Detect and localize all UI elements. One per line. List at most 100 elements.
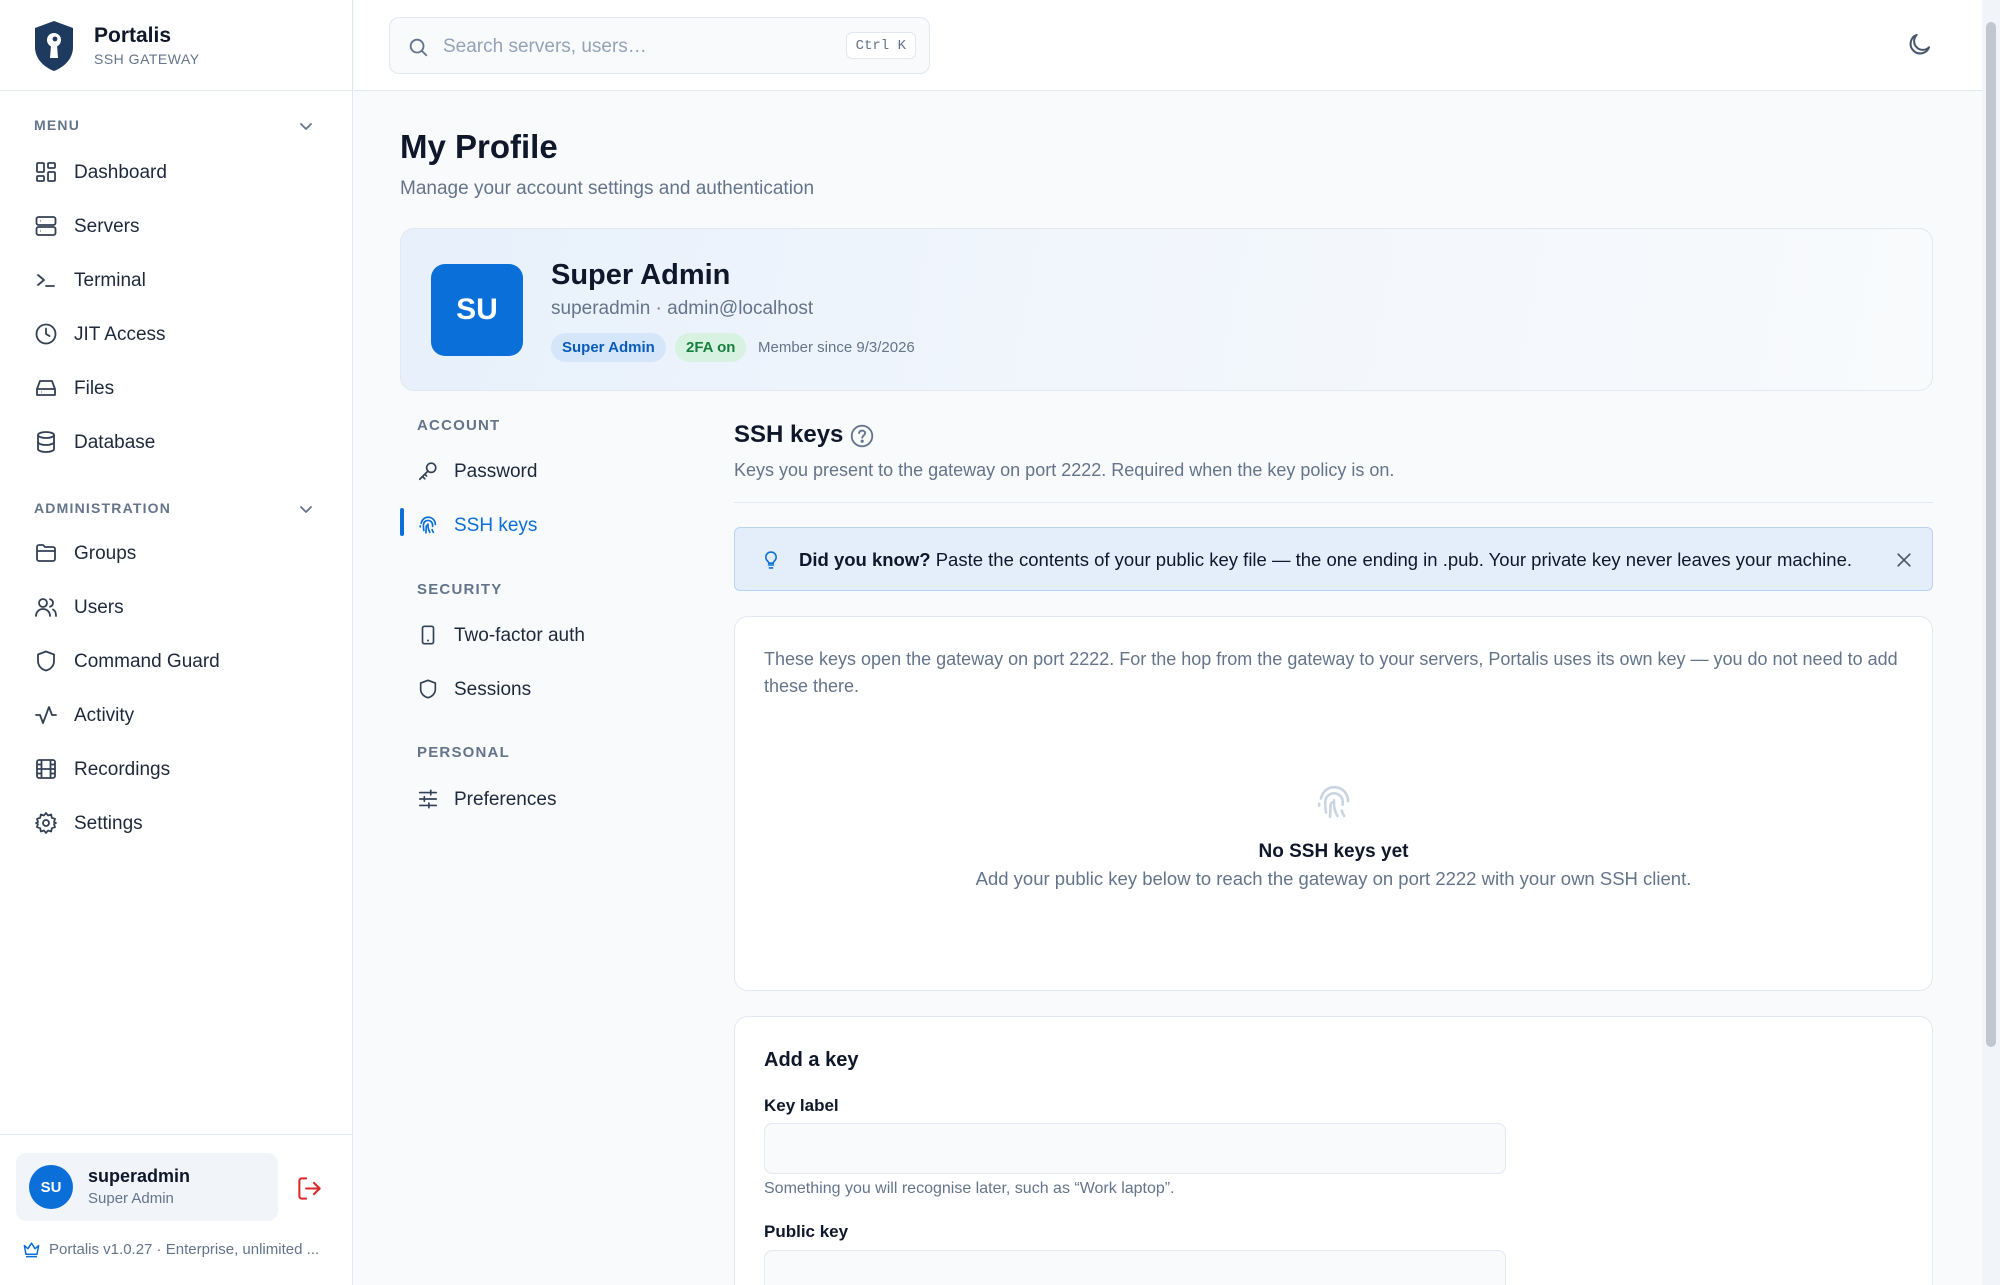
public-key-label: Public key <box>764 1222 849 1241</box>
twofa-badge: 2FA on <box>675 333 747 362</box>
empty-state-title: No SSH keys yet <box>1258 841 1409 862</box>
fingerprint-icon <box>1313 781 1355 823</box>
sidebar: Portalis SSH GATEWAY MENU Dashboard Serv… <box>0 0 353 1285</box>
sidebar-item-label: Users <box>74 597 124 618</box>
moon-icon[interactable] <box>1906 31 1933 58</box>
clock-icon <box>34 322 58 346</box>
security-heading: SECURITY <box>417 581 503 598</box>
chevron-down-icon[interactable] <box>298 118 314 134</box>
tip-text: Did you know? Paste the contents of your… <box>799 549 1852 571</box>
settings-nav-label: Password <box>454 461 538 482</box>
sidebar-item-servers[interactable]: Servers <box>24 203 329 249</box>
users-icon <box>34 595 58 619</box>
settings-nav-label: Sessions <box>454 679 532 700</box>
tip-title: Did you know? <box>799 549 931 570</box>
role-badge: Super Admin <box>551 333 666 362</box>
settings-nav-label: Two-factor auth <box>454 625 585 646</box>
version-info: Portalis v1.0.27 · Enterprise, unlimited… <box>22 1240 332 1259</box>
settings-nav-sessions[interactable]: Sessions <box>400 669 680 709</box>
version-text: Portalis v1.0.27 · Enterprise, unlimited… <box>49 1241 320 1258</box>
chevron-down-icon[interactable] <box>298 501 314 517</box>
sidebar-divider <box>0 1134 353 1135</box>
empty-state-subtitle: Add your public key below to reach the g… <box>975 868 1692 889</box>
user-role: Super Admin <box>88 1190 174 1207</box>
fingerprint-icon <box>417 514 439 536</box>
sidebar-item-label: Terminal <box>74 270 146 291</box>
profile-name: Super Admin <box>551 259 731 291</box>
sliders-icon <box>417 788 439 810</box>
sidebar-item-label: Servers <box>74 216 140 237</box>
gear-icon <box>34 811 58 835</box>
settings-nav-ssh-keys[interactable]: SSH keys <box>400 505 680 545</box>
sidebar-item-settings[interactable]: Settings <box>24 800 329 846</box>
settings-nav-two-factor[interactable]: Two-factor auth <box>400 615 680 655</box>
topbar: Search servers, users… Ctrl K <box>354 0 1982 91</box>
sidebar-item-files[interactable]: Files <box>24 365 329 411</box>
profile-identity: superadmin · admin@localhost <box>551 298 814 319</box>
section-description: Keys you present to the gateway on port … <box>734 460 1395 480</box>
activity-icon <box>34 703 58 727</box>
settings-nav-label: SSH keys <box>454 515 538 536</box>
section-divider <box>734 502 1933 503</box>
tip-banner: Did you know? Paste the contents of your… <box>734 527 1933 591</box>
dashboard-icon <box>34 160 58 184</box>
sidebar-item-activity[interactable]: Activity <box>24 692 329 738</box>
member-since: Member since 9/3/2026 <box>758 339 915 356</box>
sidebar-item-label: Groups <box>74 543 137 564</box>
key-label-hint: Something you will recognise later, such… <box>764 1180 1175 1197</box>
sidebar-item-label: Command Guard <box>74 651 220 672</box>
avatar: SU <box>29 1165 73 1209</box>
brand[interactable]: Portalis SSH GATEWAY <box>0 0 353 91</box>
scrollbar-thumb[interactable] <box>1986 22 1996 1047</box>
sidebar-item-jit-access[interactable]: JIT Access <box>24 311 329 357</box>
key-label-field[interactable] <box>764 1123 1506 1174</box>
sidebar-item-groups[interactable]: Groups <box>24 530 329 576</box>
drive-icon <box>34 376 58 400</box>
add-key-card: Add a key Key label Something you will r… <box>734 1016 1933 1285</box>
search-icon <box>407 36 429 58</box>
account-heading: ACCOUNT <box>417 417 501 434</box>
sidebar-item-label: Files <box>74 378 115 399</box>
settings-nav-label: Preferences <box>454 789 557 810</box>
crown-icon <box>22 1240 41 1259</box>
sidebar-item-label: Database <box>74 432 156 453</box>
user-name: superadmin <box>88 1166 191 1186</box>
sidebar-item-terminal[interactable]: Terminal <box>24 257 329 303</box>
portalis-logo-icon <box>33 19 75 73</box>
avatar: SU <box>431 264 523 356</box>
sidebar-item-database[interactable]: Database <box>24 419 329 465</box>
scrollbar[interactable] <box>1982 0 2000 1285</box>
add-key-title: Add a key <box>764 1049 859 1071</box>
personal-heading: PERSONAL <box>417 744 510 761</box>
sidebar-item-users[interactable]: Users <box>24 584 329 630</box>
administration-heading: ADMINISTRATION <box>34 500 172 516</box>
sidebar-item-label: Recordings <box>74 759 171 780</box>
key-icon <box>417 460 439 482</box>
tip-body: Paste the contents of your public key fi… <box>930 549 1853 570</box>
sidebar-item-command-guard[interactable]: Command Guard <box>24 638 329 684</box>
profile-card: SU Super Admin superadmin · admin@localh… <box>400 228 1933 391</box>
shield-icon <box>417 678 439 700</box>
settings-nav-preferences[interactable]: Preferences <box>400 779 680 819</box>
section-title: SSH keys <box>734 421 844 448</box>
page-subtitle: Manage your account settings and authent… <box>400 178 815 199</box>
active-indicator <box>400 508 404 536</box>
logout-icon[interactable] <box>296 1175 323 1202</box>
lightbulb-icon <box>761 549 781 571</box>
close-icon[interactable] <box>1894 550 1914 570</box>
help-icon[interactable] <box>849 423 875 449</box>
public-key-field[interactable] <box>764 1250 1506 1285</box>
shield-icon <box>34 649 58 673</box>
user-menu[interactable]: SU superadmin Super Admin <box>16 1153 278 1221</box>
ssh-keys-card: These keys open the gateway on port 2222… <box>734 616 1933 991</box>
brand-subtitle: SSH GATEWAY <box>94 51 200 67</box>
sidebar-item-recordings[interactable]: Recordings <box>24 746 329 792</box>
sidebar-item-label: Activity <box>74 705 135 726</box>
sidebar-item-label: Dashboard <box>74 162 167 183</box>
sidebar-item-label: JIT Access <box>74 324 166 345</box>
search-input[interactable]: Search servers, users… Ctrl K <box>389 17 930 74</box>
settings-nav-password[interactable]: Password <box>400 451 680 491</box>
keys-note: These keys open the gateway on port 2222… <box>764 649 1898 696</box>
brand-name: Portalis <box>94 24 172 47</box>
sidebar-item-dashboard[interactable]: Dashboard <box>24 149 329 195</box>
